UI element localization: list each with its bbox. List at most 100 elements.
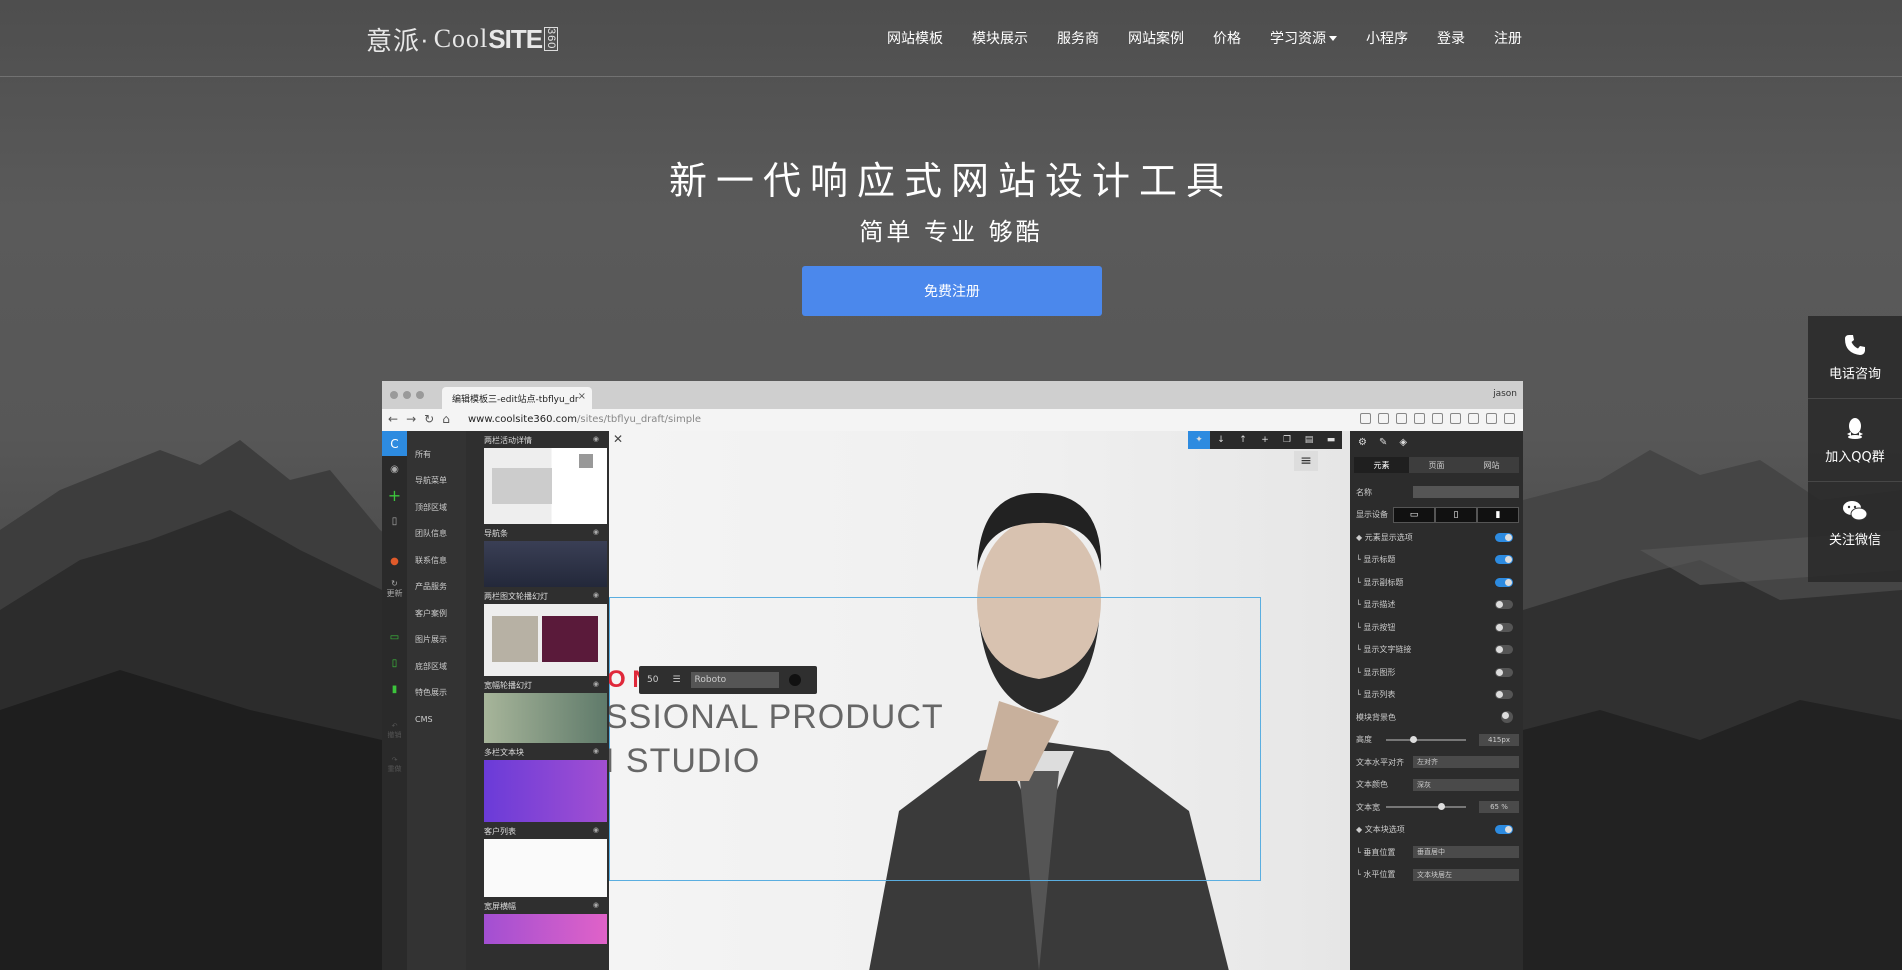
color-swatch: [1501, 711, 1513, 724]
editor-left-toolbar: C ◉ + ▯ ● ↻ 更新 ▭ ▯ ▮ ↶ 撤销 ↷ 重做: [382, 431, 407, 970]
nav-label: 网站案例: [1128, 31, 1184, 47]
eye-icon: ◉: [592, 901, 599, 909]
font-select: Roboto: [690, 672, 779, 688]
float-label: 关注微信: [1828, 532, 1881, 548]
align-icon: ☰: [672, 675, 681, 685]
home-icon: ⌂: [442, 412, 450, 426]
hpos-select: 文本块居左: [1413, 868, 1519, 881]
phone-device-icon: ▮: [391, 683, 398, 695]
close-icon: ✕: [612, 432, 624, 446]
vpos-label: └ 垂直位置: [1356, 847, 1396, 857]
category-item: 产品服务: [415, 582, 447, 592]
thumb-title: 导航条: [484, 529, 508, 538]
nav-templates[interactable]: 网站模板: [887, 28, 943, 48]
toggle-switch: [1495, 532, 1513, 542]
toggle-label: └ 显示文字链接: [1356, 645, 1412, 655]
toggle-row: └ 显示列表: [1350, 684, 1523, 707]
module-category-list: 所有 导航菜单 顶部区域 团队信息 联系信息 产品服务 客户案例 图片展示 底部…: [407, 431, 466, 970]
nav-label: 注册: [1494, 31, 1522, 47]
toggle-label: └ 显示描述: [1356, 600, 1396, 610]
category-item: 底部区域: [415, 661, 447, 671]
thumb-image: [484, 541, 607, 587]
free-register-button[interactable]: 免费注册: [802, 266, 1102, 316]
tab-site: 网站: [1464, 457, 1519, 473]
nav-cases[interactable]: 网站案例: [1128, 28, 1184, 48]
move-down-icon: ↓: [1210, 431, 1232, 449]
phone-icon: [1845, 334, 1865, 355]
category-item: 特色展示: [415, 688, 447, 698]
vpos-row: └ 垂直位置 垂直居中: [1350, 841, 1523, 864]
close-icon: ×: [577, 391, 586, 402]
eye-icon: ◉: [592, 747, 599, 755]
bg-color-row: 模块背景色: [1350, 706, 1523, 729]
logo-site: SITE: [488, 23, 543, 54]
browser-tab: 编辑模板三-edit站点-tbflyu_dr ×: [442, 387, 592, 409]
width-number: 65: [1490, 803, 1500, 812]
height-label: 高度: [1356, 735, 1372, 745]
toggle-label: └ 显示副标题: [1356, 577, 1404, 587]
thumb-label: 多栏文本块 ◉: [466, 743, 609, 760]
phone-icon: ▮: [1477, 506, 1519, 523]
align-select: 左对齐: [1413, 756, 1519, 769]
thumb-title: 多栏文本块: [484, 748, 524, 757]
thumb-image: [484, 760, 607, 822]
url-host: www.coolsite360.com: [468, 414, 577, 425]
url-text: www.coolsite360.com/sites/tbflyu_draft/s…: [468, 414, 701, 425]
panel-tabs: 元素 页面 网站: [1354, 457, 1519, 473]
preview-eye-icon: ◉: [390, 463, 399, 475]
thumb-image: [484, 839, 607, 897]
editor-screenshot: 编辑模板三-edit站点-tbflyu_dr × jason ← → ↻ ⌂ w…: [382, 381, 1523, 970]
block-options-label: ◆ 文本块选项: [1356, 825, 1405, 835]
nav-miniprogram[interactable]: 小程序: [1366, 28, 1408, 48]
slider-thumb: [1438, 803, 1445, 811]
toggle-label: ◆ 元素显示选项: [1356, 532, 1413, 542]
float-label: 加入QQ群: [1825, 449, 1885, 465]
nav-register[interactable]: 注册: [1494, 28, 1522, 48]
tablet-device-icon: ▯: [391, 657, 398, 669]
toggle-label: └ 显示图形: [1356, 667, 1396, 677]
nav-providers[interactable]: 服务商: [1057, 28, 1099, 48]
desktop-icon: ▭: [1393, 506, 1435, 523]
tab-element: 元素: [1354, 457, 1409, 473]
nav-label: 学习资源: [1270, 31, 1326, 47]
toggle-row: └ 显示描述: [1350, 594, 1523, 617]
browser-extensions: [1360, 413, 1515, 424]
nav-login[interactable]: 登录: [1437, 28, 1465, 48]
phone-consult-button[interactable]: 电话咨询: [1808, 316, 1902, 399]
follow-wechat-button[interactable]: 关注微信: [1808, 482, 1902, 564]
add-icon: +: [1254, 431, 1276, 449]
vpos-select: 垂直居中: [1413, 846, 1519, 859]
text-width-value: 65 %: [1479, 801, 1519, 814]
nav-pricing[interactable]: 价格: [1213, 28, 1241, 48]
desktop-device-icon: ▭: [389, 631, 400, 643]
browser-tabbar: 编辑模板三-edit站点-tbflyu_dr × jason: [382, 381, 1523, 409]
nav-label: 小程序: [1366, 31, 1408, 47]
delete-icon: ▬: [1320, 431, 1342, 449]
canvas-heading: SSIONAL PRODUCT I STUDIO: [609, 695, 944, 783]
panel-icons: ⚙ ✎ ◈: [1350, 431, 1523, 453]
browser-user: jason: [1493, 389, 1517, 399]
editor-canvas: ✦ ↓ ↑ + ❐ ▤ ▬ ≡ O N 50 ☰ Roboto SSIONAL …: [609, 431, 1350, 970]
canvas-line2: I STUDIO: [609, 742, 761, 780]
eye-icon: ◉: [592, 435, 599, 443]
settings-icon: ✦: [1188, 431, 1210, 449]
toggle-row: └ 显示标题: [1350, 549, 1523, 572]
page-icon: ▯: [391, 515, 398, 527]
thumb-image: [484, 604, 607, 676]
text-width-row: 文本宽 65 %: [1350, 796, 1523, 819]
update-icon: ↻ 更新: [386, 579, 403, 598]
thumb-label: 导航条 ◉: [466, 524, 609, 541]
chevron-down-icon: [1329, 35, 1337, 41]
contact-float-bar: 电话咨询 加入QQ群 关注微信: [1808, 316, 1902, 582]
nav-modules[interactable]: 模块展示: [972, 28, 1028, 48]
site-logo[interactable]: 意派 · Cool SITE 360: [366, 22, 559, 56]
save-icon: ●: [390, 555, 399, 567]
nav-learning[interactable]: 学习资源: [1270, 28, 1337, 48]
join-qq-button[interactable]: 加入QQ群: [1808, 399, 1902, 482]
device-switch: ▭ ▯ ▮: [1393, 506, 1519, 523]
align-label: 文本水平对齐: [1356, 757, 1404, 767]
width-unit: %: [1501, 803, 1508, 812]
hpos-row: └ 水平位置 文本块居左: [1350, 864, 1523, 887]
thumb-label: 宽屏横幅 ◉: [466, 897, 609, 914]
toggle-switch: [1495, 667, 1513, 677]
